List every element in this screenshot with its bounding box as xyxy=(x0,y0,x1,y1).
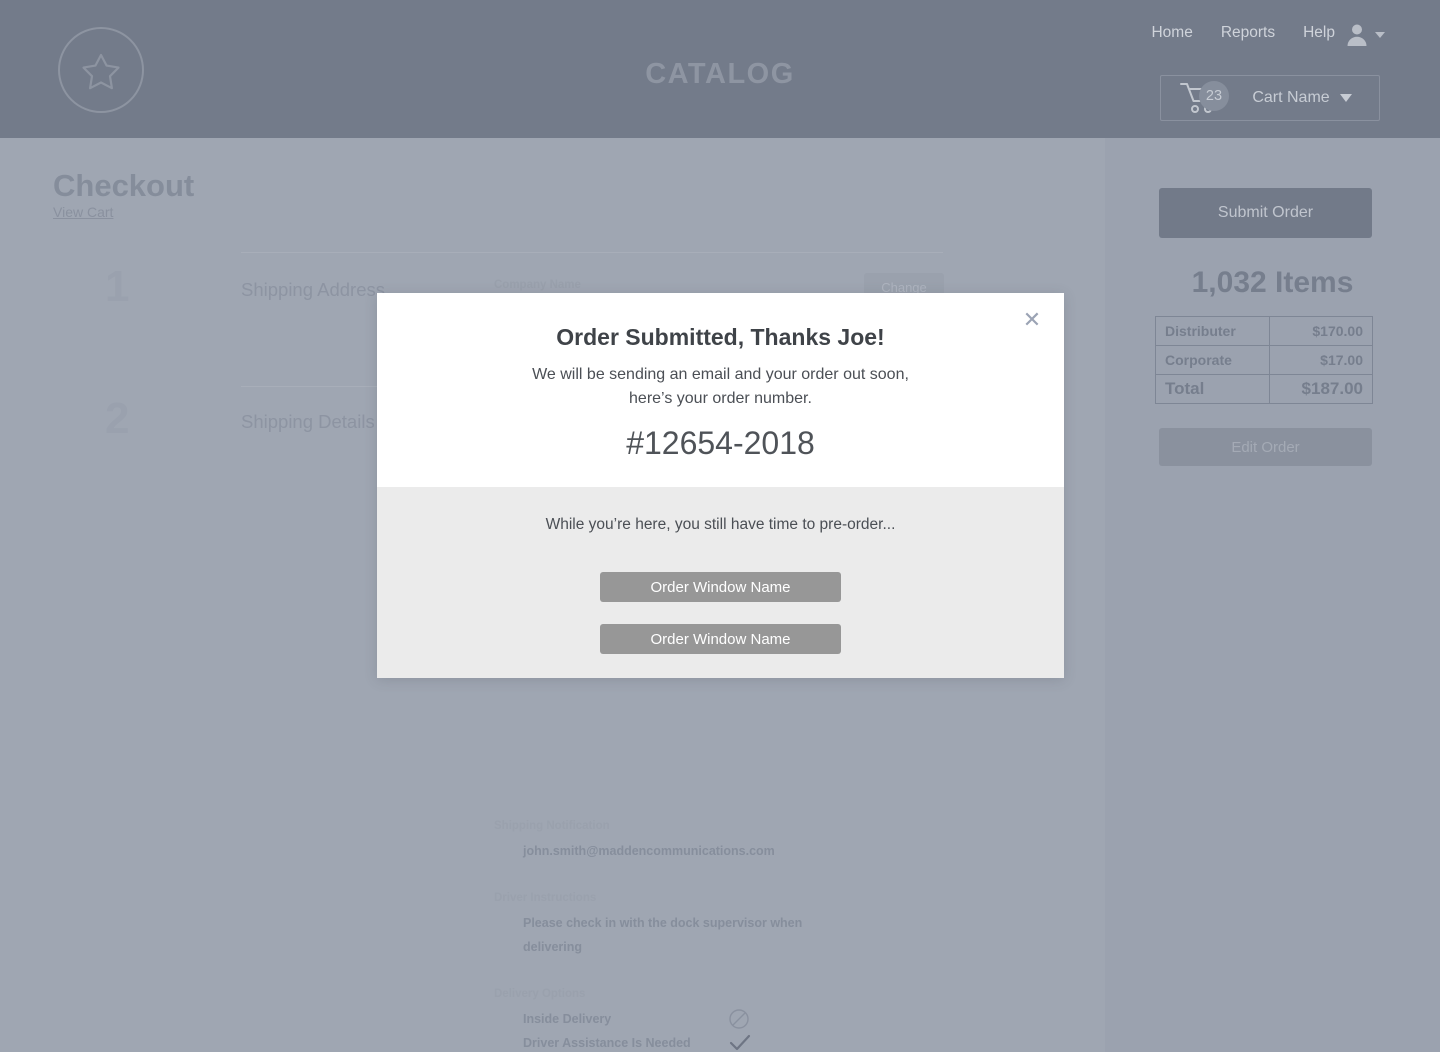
modal-title: Order Submitted, Thanks Joe! xyxy=(556,324,885,350)
delivery-options-heading: Delivery Options xyxy=(494,988,586,1000)
summary-value: $170.00 xyxy=(1269,316,1373,346)
order-window-button-1[interactable]: Order Window Name xyxy=(600,572,841,602)
cart-badge-count: 23 xyxy=(1199,81,1229,111)
page-title: Checkout xyxy=(53,168,195,203)
nav-item-reports[interactable]: Reports xyxy=(1221,24,1275,42)
company-name-label: Company Name xyxy=(494,279,581,291)
items-count: 1,032 Items xyxy=(1191,266,1354,299)
driver-instructions-line-2: delivering xyxy=(523,940,583,954)
submit-order-button[interactable]: Submit Order xyxy=(1159,188,1372,238)
summary-label: Corporate xyxy=(1154,345,1271,375)
user-menu[interactable] xyxy=(1345,22,1385,47)
check-icon xyxy=(728,1032,751,1052)
shipping-notification-heading: Shipping Notification xyxy=(494,820,610,832)
nav-item-help[interactable]: Help xyxy=(1303,24,1335,42)
delivery-option-label: Inside Delivery xyxy=(523,1012,612,1026)
user-avatar-icon xyxy=(1347,24,1367,46)
chevron-down-icon xyxy=(1339,94,1352,102)
order-summary-table: Distributer $170.00 Corporate $17.00 Tot… xyxy=(1154,316,1373,404)
preorder-message: While you’re here, you still have time t… xyxy=(545,516,896,533)
top-nav: Home Reports Help xyxy=(1151,24,1335,42)
modal-preorder-section: While you’re here, you still have time t… xyxy=(377,487,1064,678)
cart-icon-wrap: 23 xyxy=(1161,75,1239,121)
not-allowed-icon xyxy=(728,1008,750,1030)
step-label-shipping-address: Shipping Address xyxy=(241,279,385,300)
step-label-shipping-details: Shipping Details xyxy=(241,411,375,432)
summary-label: Distributer xyxy=(1154,316,1271,346)
table-row-total: Total $187.00 xyxy=(1154,374,1373,404)
cart-name-selector[interactable]: Cart Name xyxy=(1239,89,1379,107)
cart-name-label: Cart Name xyxy=(1252,89,1330,106)
order-summary-sidebar: Submit Order 1,032 Items Distributer $17… xyxy=(1105,138,1440,1052)
driver-instructions-heading: Driver Instructions xyxy=(494,892,597,904)
edit-order-button[interactable]: Edit Order xyxy=(1159,428,1372,466)
table-row: Corporate $17.00 xyxy=(1154,345,1373,375)
summary-label-total: Total xyxy=(1154,374,1271,404)
modal-subtitle-line-2: here’s your order number. xyxy=(629,390,812,407)
order-number: #12654-2018 xyxy=(626,425,815,461)
view-cart-link[interactable]: View Cart xyxy=(53,204,113,220)
order-submitted-modal: ✕ Order Submitted, Thanks Joe! We will b… xyxy=(377,293,1064,678)
section-divider xyxy=(241,252,943,253)
modal-subtitle: We will be sending an email and your ord… xyxy=(377,363,1064,411)
summary-value: $17.00 xyxy=(1269,345,1373,375)
step-number-1: 1 xyxy=(105,262,130,311)
delivery-option-label: Driver Assistance Is Needed xyxy=(523,1036,691,1050)
order-window-button-2[interactable]: Order Window Name xyxy=(600,624,841,654)
delivery-option-row: Driver Assistance Is Needed xyxy=(523,1034,783,1052)
app-header: CATALOG Home Reports Help 23 Cart Name xyxy=(0,0,1440,138)
table-row: Distributer $170.00 xyxy=(1154,316,1373,346)
app-root: CATALOG Home Reports Help 23 Cart Name C… xyxy=(0,0,1440,1052)
summary-value-total: $187.00 xyxy=(1269,374,1373,404)
shipping-notification-email: john.smith@maddencommunications.com xyxy=(523,844,775,858)
driver-instructions-line-1: Please check in with the dock supervisor… xyxy=(523,916,803,930)
cart-widget[interactable]: 23 Cart Name xyxy=(1160,75,1380,121)
step-number-2: 2 xyxy=(105,394,130,443)
nav-item-home[interactable]: Home xyxy=(1151,24,1192,42)
modal-subtitle-line-1: We will be sending an email and your ord… xyxy=(532,366,909,383)
chevron-down-icon xyxy=(1375,31,1385,38)
